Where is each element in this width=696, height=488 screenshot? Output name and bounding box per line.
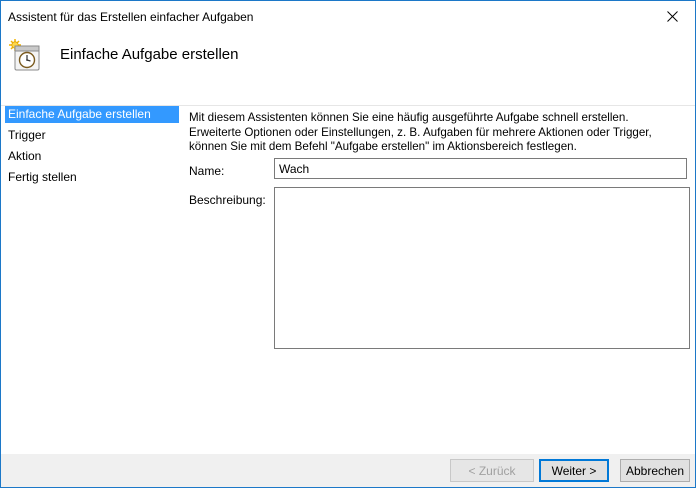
sidebar-item-einfache-aufgabe-erstellen[interactable]: Einfache Aufgabe erstellen — [5, 106, 179, 123]
sidebar-item-trigger[interactable]: Trigger — [5, 127, 46, 144]
wizard-header: Einfache Aufgabe erstellen — [1, 33, 695, 106]
intro-line: können Sie mit dem Befehl "Aufgabe erste… — [189, 140, 577, 153]
button-bar: < Zurück Weiter > Abbrechen — [1, 454, 695, 487]
description-field[interactable] — [274, 187, 690, 349]
cancel-button[interactable]: Abbrechen — [620, 459, 690, 482]
name-field[interactable] — [274, 158, 687, 179]
title-bar: Assistent für das Erstellen einfacher Au… — [1, 1, 695, 33]
intro-line: Erweiterte Optionen oder Einstellungen, … — [189, 125, 652, 139]
page-title: Einfache Aufgabe erstellen — [60, 46, 239, 63]
description-label: Beschreibung: — [189, 193, 266, 207]
intro-line: Mit diesem Assistenten können Sie eine h… — [189, 111, 629, 124]
wizard-window: Assistent für das Erstellen einfacher Au… — [0, 0, 696, 488]
wizard-content: Einfache Aufgabe erstellen Trigger Aktio… — [1, 106, 695, 454]
window-title: Assistent für das Erstellen einfacher Au… — [8, 10, 254, 24]
next-button[interactable]: Weiter > — [539, 459, 609, 482]
name-label: Name: — [189, 164, 225, 178]
back-button[interactable]: < Zurück — [450, 459, 534, 482]
sidebar-item-fertig-stellen[interactable]: Fertig stellen — [5, 169, 77, 186]
close-button[interactable] — [649, 1, 695, 31]
sidebar-item-aktion[interactable]: Aktion — [5, 148, 41, 165]
intro-text: Mit diesem Assistenten können Sie eine h… — [189, 111, 689, 155]
task-scheduler-clock-icon — [9, 39, 40, 71]
close-icon — [666, 10, 678, 22]
